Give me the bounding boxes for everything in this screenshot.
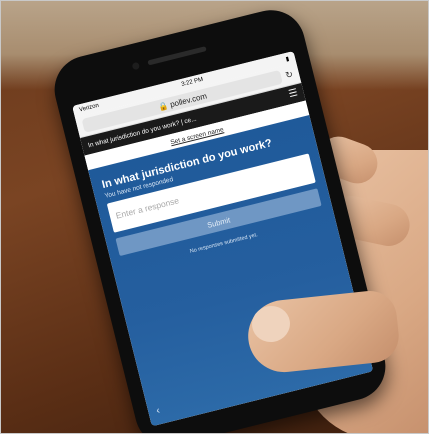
battery-icon: ▮ bbox=[285, 55, 290, 63]
reload-icon[interactable]: ↻ bbox=[284, 68, 294, 80]
poll-panel: In what jurisdiction do you work? You ha… bbox=[88, 115, 374, 427]
url-text: pollev.com bbox=[169, 90, 208, 109]
chevron-left-icon[interactable]: ‹ bbox=[155, 405, 161, 416]
hamburger-menu-icon[interactable]: ☰ bbox=[288, 87, 299, 100]
phone-screen: Verizon 3:22 PM ▮ 🔒 pollev.com ↻ In what… bbox=[72, 50, 374, 427]
front-camera bbox=[131, 61, 141, 71]
earpiece-speaker bbox=[147, 46, 207, 66]
photo-scene: Verizon 3:22 PM ▮ 🔒 pollev.com ↻ In what… bbox=[0, 0, 429, 434]
